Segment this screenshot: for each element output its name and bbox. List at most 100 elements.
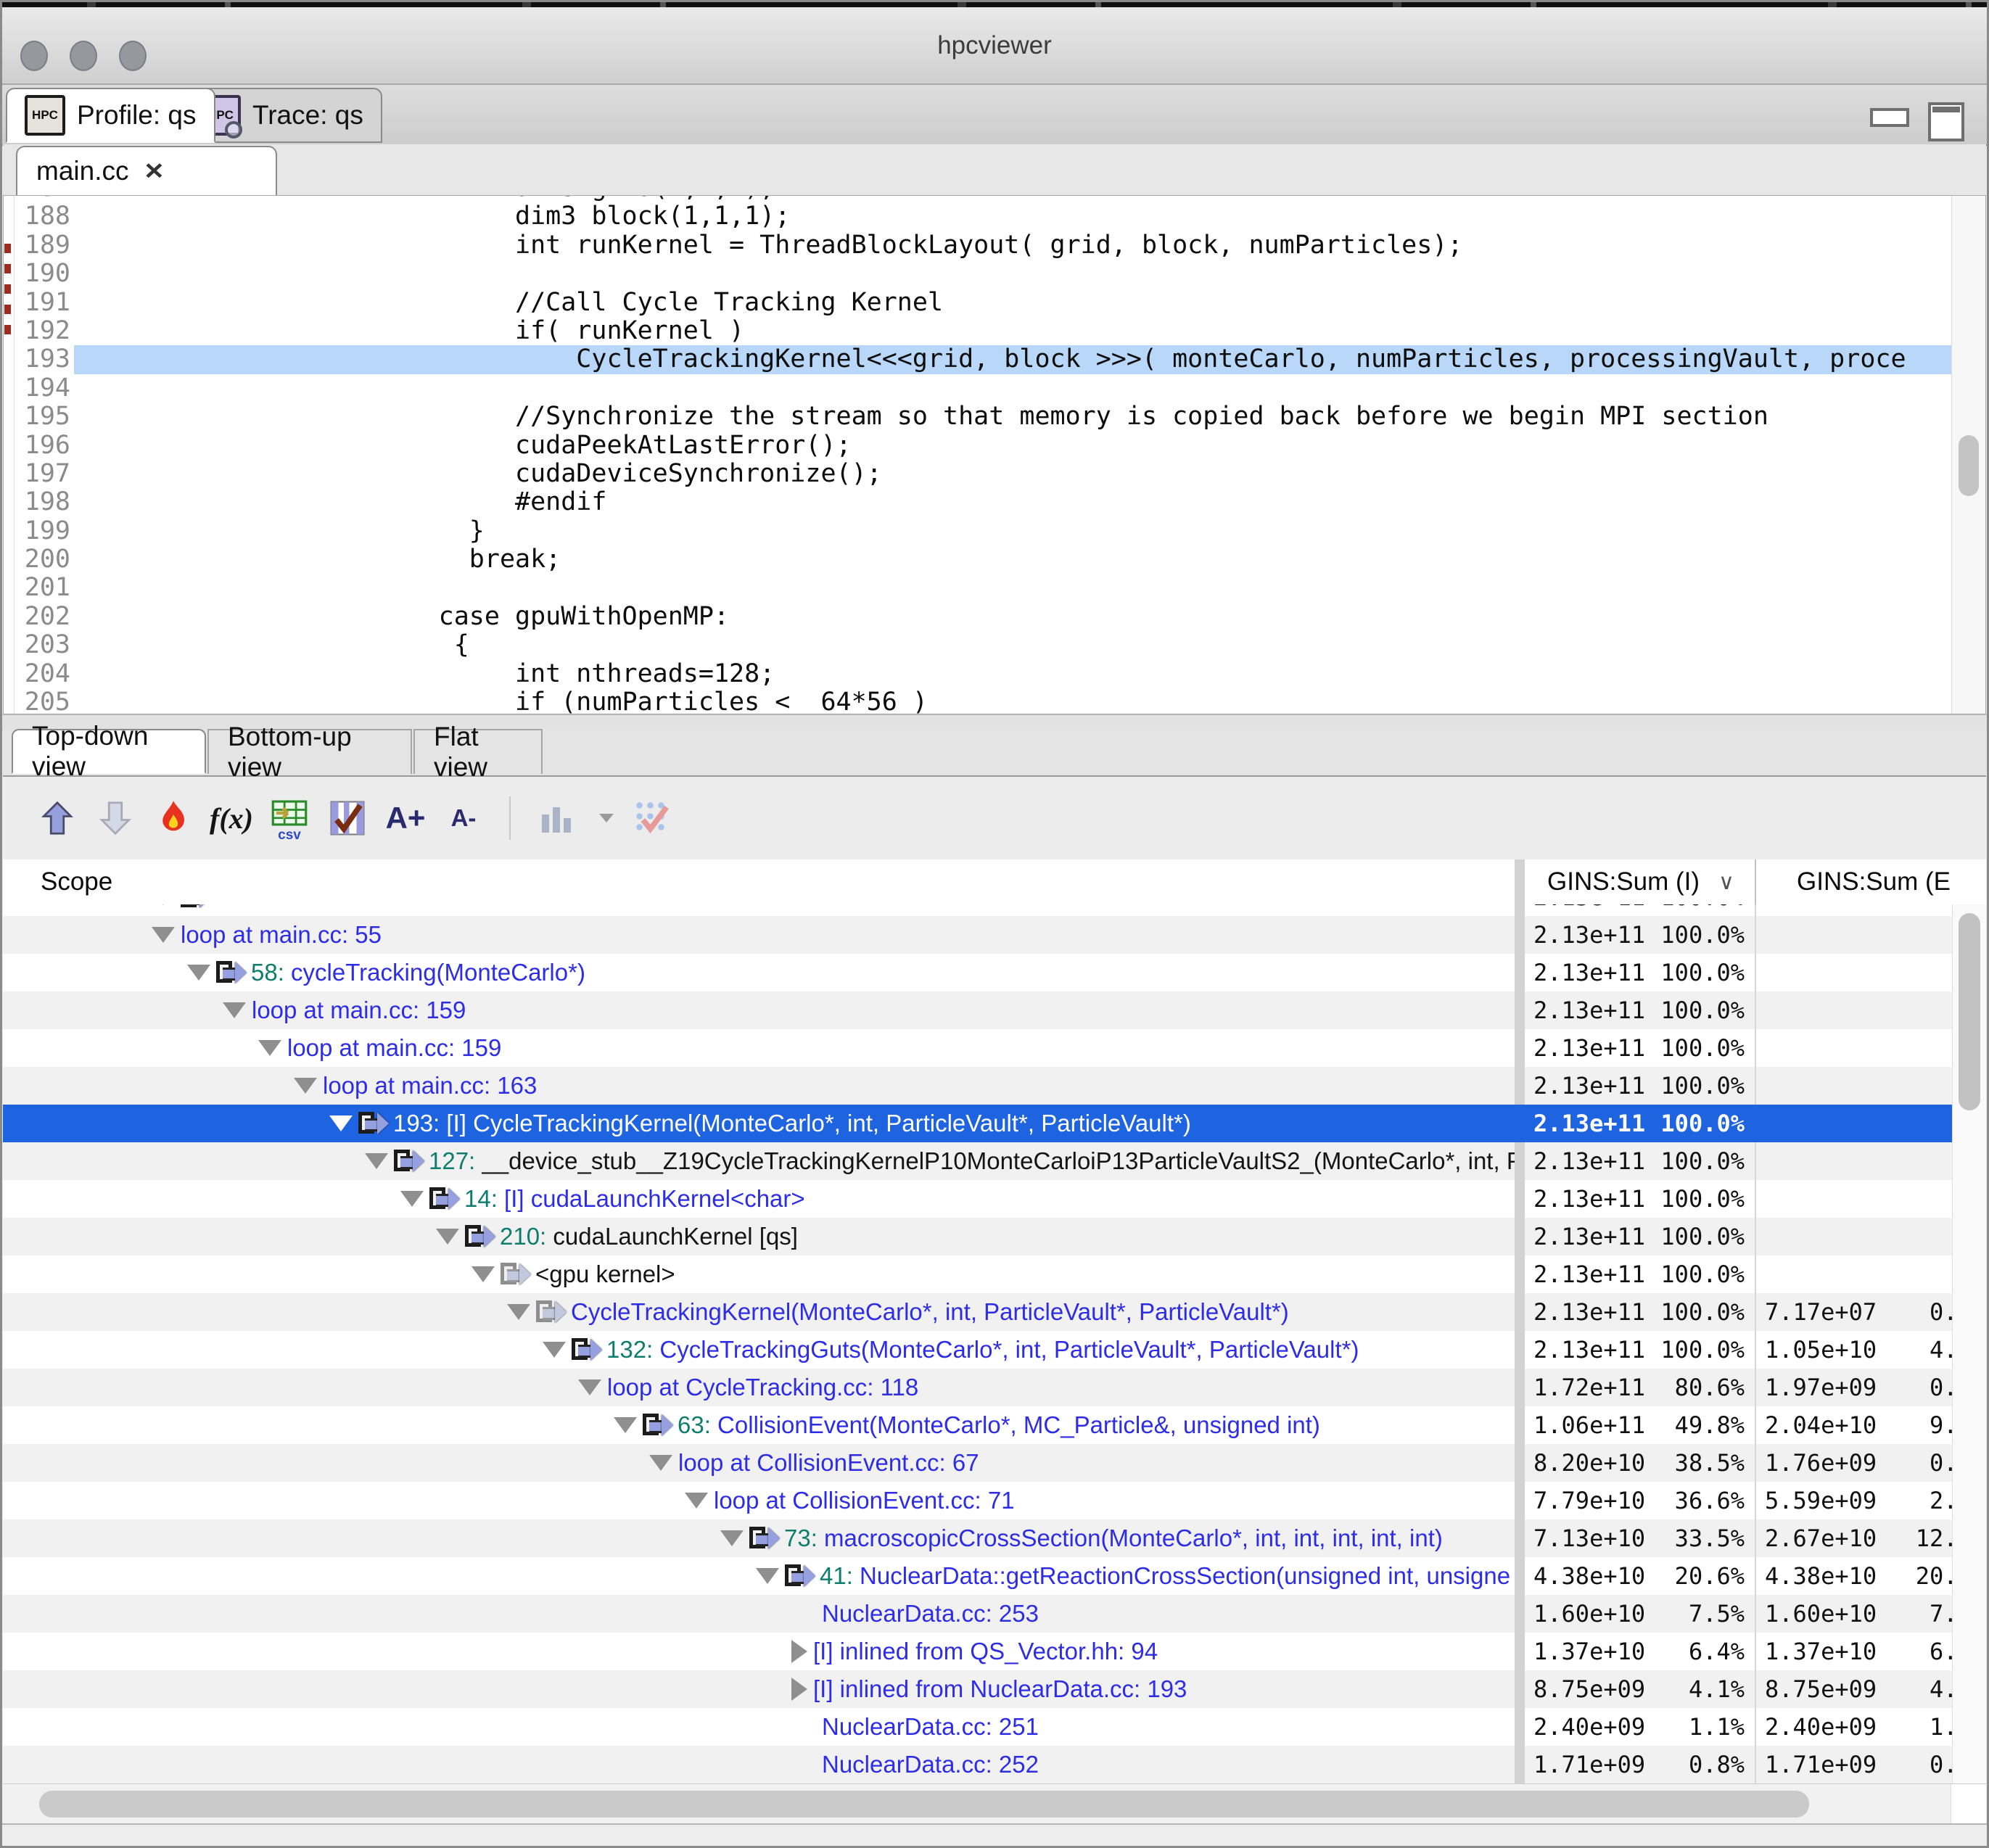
tree-row[interactable]: loop at main.cc: 552.13e+11100.0% — [3, 916, 1986, 954]
collapse-arrow-icon[interactable] — [649, 1455, 672, 1471]
editor-scrollbar-thumb[interactable] — [1959, 435, 1979, 496]
code-line[interactable]: 190 — [4, 260, 1956, 288]
expand-arrow-icon[interactable] — [791, 1678, 807, 1701]
maximize-view-icon[interactable] — [1928, 102, 1964, 141]
collapse-arrow-icon[interactable] — [614, 1417, 637, 1433]
code-line[interactable]: 194 — [4, 374, 1956, 403]
hot-path-icon[interactable] — [154, 799, 193, 838]
tree-row[interactable]: 41: NuclearData::getReactionCrossSection… — [3, 1557, 1986, 1595]
tab-flat-view[interactable]: Flat view — [413, 729, 543, 774]
tree-row[interactable]: loop at CycleTracking.cc: 1181.72e+1180.… — [3, 1369, 1986, 1406]
tree-row[interactable]: <gpu kernel>2.13e+11100.0% — [3, 1255, 1986, 1293]
tree-row[interactable]: 73: macroscopicCrossSection(MonteCarlo*,… — [3, 1519, 1986, 1557]
code-line[interactable]: 204 int nthreads=128; — [4, 660, 1956, 688]
code-line-highlighted[interactable]: 193 CycleTrackingKernel<<<grid, block >>… — [4, 345, 1956, 374]
hot-line-marker — [4, 284, 11, 294]
code-line[interactable]: 203 { — [4, 631, 1956, 659]
expand-arrow-icon[interactable] — [791, 1640, 807, 1663]
collapse-arrow-icon[interactable] — [720, 1530, 744, 1546]
code-line[interactable]: 192 if( runKernel ) — [4, 317, 1956, 345]
code-line[interactable]: 196 cudaPeekAtLastError(); — [4, 432, 1956, 460]
tree-row-selected[interactable]: 193: [I] CycleTrackingKernel(MonteCarlo*… — [3, 1105, 1986, 1142]
collapse-arrow-icon[interactable] — [258, 1040, 281, 1056]
move-up-icon[interactable] — [38, 799, 77, 838]
collapse-arrow-icon[interactable] — [471, 1266, 495, 1282]
collapse-arrow-icon[interactable] — [543, 1342, 566, 1358]
column-divider[interactable] — [1515, 859, 1525, 904]
derived-metric-icon[interactable]: f(x) — [212, 799, 251, 838]
export-csv-icon[interactable]: csv — [270, 799, 309, 838]
metric2-column-header[interactable]: GINS:Sum (E — [1797, 859, 1951, 904]
tree-row[interactable]: loop at main.cc: 1592.13e+11100.0% — [3, 991, 1986, 1029]
code-line[interactable]: 191 //Call Cycle Tracking Kernel — [4, 289, 1956, 317]
tree-row[interactable]: 58: cycleTracking(MonteCarlo*)2.13e+1110… — [3, 954, 1986, 991]
collapse-arrow-icon[interactable] — [436, 1229, 459, 1245]
collapse-arrow-icon[interactable] — [400, 1191, 424, 1207]
tree-vertical-scrollbar[interactable] — [1952, 904, 1986, 1783]
tree-row[interactable]: 63: CollisionEvent(MonteCarlo*, MC_Parti… — [3, 1406, 1986, 1444]
tab-bottom-up-view[interactable]: Bottom-up view — [207, 729, 412, 774]
tree-row[interactable]: NuclearData.cc: 2531.60e+107.5%1.60e+107… — [3, 1595, 1986, 1633]
code-line[interactable]: 198 #endif — [4, 488, 1956, 516]
collapse-arrow-icon[interactable] — [152, 904, 175, 905]
graph-metrics-icon[interactable] — [537, 799, 576, 838]
collapse-arrow-icon[interactable] — [152, 927, 175, 943]
titlebar[interactable]: hpcviewer — [0, 7, 1989, 85]
column-selection-icon[interactable] — [328, 799, 367, 838]
tab-profile[interactable]: HPC Profile: qs — [6, 88, 215, 143]
tree-row[interactable]: CycleTrackingKernel(MonteCarlo*, int, Pa… — [3, 1293, 1986, 1331]
collapse-arrow-icon[interactable] — [329, 1115, 353, 1131]
horizontal-scrollbar-thumb[interactable] — [39, 1791, 1809, 1818]
collapse-arrow-icon[interactable] — [223, 1002, 246, 1018]
tree-row[interactable]: loop at main.cc: 1632.13e+11100.0% — [3, 1067, 1986, 1105]
tree-horizontal-scrollbar[interactable] — [3, 1783, 1986, 1824]
tree-row[interactable]: 14: [I] cudaLaunchKernel<char>2.13e+1110… — [3, 1180, 1986, 1218]
tree-row[interactable]: 127: __device_stub__Z19CycleTrackingKern… — [3, 1142, 1986, 1180]
column-divider — [1515, 1331, 1525, 1369]
move-down-icon[interactable] — [96, 799, 135, 838]
code-line[interactable]: 197 cudaDeviceSynchronize(); — [4, 460, 1956, 488]
collapse-arrow-icon[interactable] — [507, 1304, 530, 1320]
font-decrease-icon[interactable]: A- — [444, 799, 483, 838]
tree-row[interactable]: [I] inlined from QS_Vector.hh: 941.37e+1… — [3, 1633, 1986, 1670]
scope-column-header[interactable]: Scope — [41, 859, 112, 904]
code-line[interactable]: 195 //Synchronize the stream so that mem… — [4, 403, 1956, 431]
dropdown-arrow-icon[interactable] — [599, 814, 614, 822]
tree-row[interactable]: NuclearData.cc: 2512.40e+091.1%2.40e+091… — [3, 1708, 1986, 1746]
code-line[interactable]: 202 case gpuWithOpenMP: — [4, 603, 1956, 631]
code-line[interactable]: 189 int runKernel = ThreadBlockLayout( g… — [4, 231, 1956, 260]
tab-top-down-view[interactable]: Top-down view — [12, 729, 206, 774]
code-line[interactable]: 200 break; — [4, 545, 1956, 574]
collapse-arrow-icon[interactable] — [756, 1568, 779, 1584]
tree-row[interactable]: 2.13e+11100.0% — [3, 904, 1986, 916]
collapse-arrow-icon[interactable] — [365, 1153, 388, 1169]
collapse-arrow-icon[interactable] — [187, 965, 210, 981]
tree-row[interactable]: NuclearData.cc: 2521.71e+090.8%1.71e+090… — [3, 1746, 1986, 1783]
tree-row[interactable]: loop at CollisionEvent.cc: 717.79e+1036.… — [3, 1482, 1986, 1519]
tree-scrollbar-thumb[interactable] — [1959, 913, 1980, 1110]
minimize-view-icon[interactable] — [1870, 108, 1909, 127]
close-icon[interactable]: × — [144, 157, 163, 186]
tree-row[interactable]: loop at main.cc: 1592.13e+11100.0% — [3, 1029, 1986, 1067]
thread-view-icon[interactable] — [633, 799, 672, 838]
collapse-arrow-icon[interactable] — [578, 1379, 601, 1395]
tree-row[interactable]: loop at CollisionEvent.cc: 678.20e+1038.… — [3, 1444, 1986, 1482]
editor-vertical-scrollbar[interactable] — [1951, 196, 1985, 714]
code-line[interactable]: 205 if (numParticles < 64*56 ) — [4, 688, 1956, 714]
metric1-column-header[interactable]: GINS:Sum (I) ∨ — [1547, 859, 1734, 904]
tab-main-cc[interactable]: main.cc × — [16, 146, 277, 195]
tree-row[interactable]: [I] inlined from NuclearData.cc: 1938.75… — [3, 1670, 1986, 1708]
collapse-arrow-icon[interactable] — [685, 1493, 708, 1509]
scope-label: 132: CycleTrackingGuts(MonteCarlo*, int,… — [606, 1336, 1359, 1364]
source-editor[interactable]: 187 dim3 grid(1,1,1);188 dim3 block(1,1,… — [3, 195, 1986, 714]
font-increase-icon[interactable]: A+ — [386, 799, 425, 838]
code-line[interactable]: 188 dim3 block(1,1,1); — [4, 202, 1956, 231]
code-line[interactable]: 199 } — [4, 517, 1956, 545]
collapse-arrow-icon[interactable] — [294, 1078, 317, 1094]
code-line[interactable]: 201 — [4, 574, 1956, 602]
metric-value: 1.60e+10 — [1765, 1595, 1877, 1633]
code-text: } — [87, 517, 485, 545]
scope-cell: NuclearData.cc: 252 — [3, 1746, 1515, 1783]
tree-row[interactable]: 132: CycleTrackingGuts(MonteCarlo*, int,… — [3, 1331, 1986, 1369]
tree-row[interactable]: 210: cudaLaunchKernel [qs]2.13e+11100.0% — [3, 1218, 1986, 1255]
